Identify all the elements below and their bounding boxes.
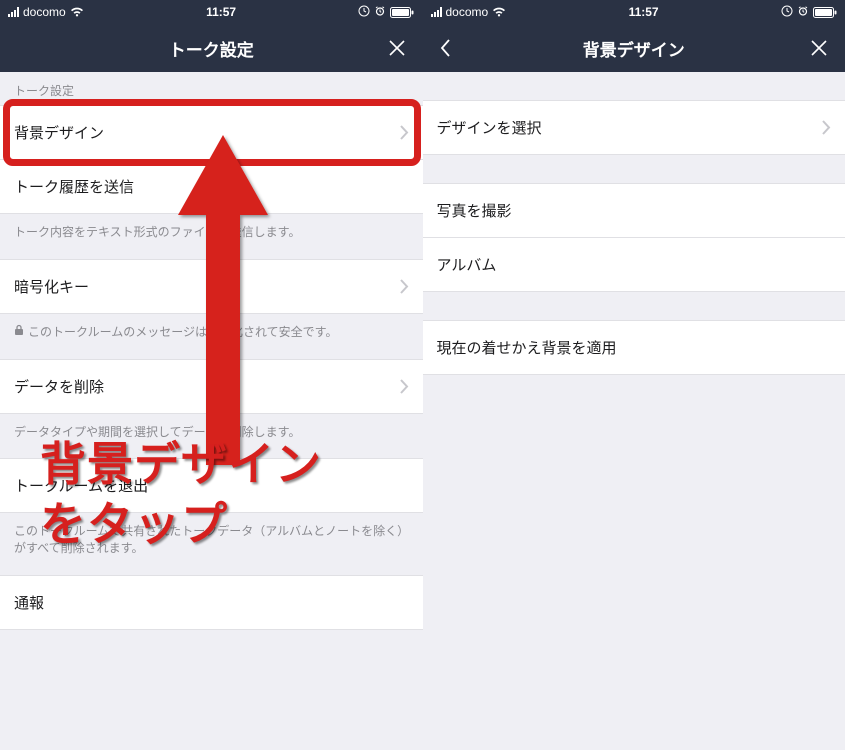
orientation-lock-icon: [358, 5, 370, 20]
item-label: 背景デザイン: [14, 122, 104, 143]
chevron-right-icon: [400, 279, 409, 294]
item-encryption-key[interactable]: 暗号化キー: [0, 259, 423, 314]
chevron-right-icon: [400, 379, 409, 394]
item-footer: このトークルームのメッセージは暗号化されて安全です。: [0, 314, 423, 359]
item-album[interactable]: アルバム: [423, 238, 845, 292]
chevron-right-icon: [400, 125, 409, 140]
item-label: アルバム: [437, 254, 497, 275]
item-background-design[interactable]: 背景デザイン: [0, 105, 423, 160]
item-label: 写真を撮影: [437, 200, 512, 221]
close-icon: [388, 39, 406, 57]
wifi-icon: [492, 7, 506, 17]
status-bar: docomo 11:57: [0, 0, 423, 24]
encryption-footer-text: このトークルームのメッセージは暗号化されて安全です。: [28, 324, 337, 341]
item-delete-data[interactable]: データを削除: [0, 359, 423, 414]
phone-right: docomo 11:57 背景デザイン デザインを選択: [423, 0, 845, 750]
item-label: 通報: [14, 592, 44, 613]
carrier-label: docomo: [23, 5, 66, 19]
item-label: 暗号化キー: [14, 276, 89, 297]
item-take-photo[interactable]: 写真を撮影: [423, 183, 845, 238]
item-label: データを削除: [14, 376, 104, 397]
orientation-lock-icon: [781, 5, 793, 20]
item-leave-room[interactable]: トークルームを退出: [0, 458, 423, 513]
item-send-history[interactable]: トーク履歴を送信: [0, 160, 423, 214]
close-icon: [810, 39, 828, 57]
status-time: 11:57: [629, 5, 659, 19]
nav-bar: トーク設定: [0, 24, 423, 72]
item-apply-theme[interactable]: 現在の着せかえ背景を適用: [423, 320, 845, 375]
close-button[interactable]: [385, 36, 409, 60]
status-time: 11:57: [206, 5, 236, 19]
item-label: トークルームを退出: [14, 475, 148, 496]
battery-icon: [390, 7, 414, 18]
item-report[interactable]: 通報: [0, 575, 423, 630]
item-footer: データタイプや期間を選択してデータを削除します。: [0, 414, 423, 459]
lock-icon: [14, 324, 24, 341]
item-footer: トーク内容をテキスト形式のファイルで送信します。: [0, 214, 423, 259]
nav-bar: 背景デザイン: [423, 24, 845, 72]
battery-icon: [813, 7, 837, 18]
chevron-right-icon: [822, 120, 831, 135]
page-title: トーク設定: [169, 36, 254, 61]
signal-icon: [8, 7, 19, 17]
item-footer: このトークルームで共有されたトークデータ（アルバムとノートを除く）がすべて削除さ…: [0, 513, 423, 575]
item-label: 現在の着せかえ背景を適用: [437, 337, 617, 358]
back-button[interactable]: [433, 36, 457, 60]
signal-icon: [431, 7, 442, 17]
item-select-design[interactable]: デザインを選択: [423, 100, 845, 155]
alarm-icon: [797, 5, 809, 20]
wifi-icon: [70, 7, 84, 17]
status-left: docomo: [8, 5, 84, 19]
chevron-left-icon: [439, 38, 451, 58]
item-label: トーク履歴を送信: [14, 176, 134, 197]
alarm-icon: [374, 5, 386, 20]
item-label: デザインを選択: [437, 117, 542, 138]
close-button[interactable]: [807, 36, 831, 60]
page-title: 背景デザイン: [583, 36, 685, 61]
section-header: トーク設定: [0, 72, 423, 105]
status-bar: docomo 11:57: [423, 0, 845, 24]
status-right: [358, 5, 414, 20]
status-right: [781, 5, 837, 20]
status-left: docomo: [431, 5, 507, 19]
phone-left: docomo 11:57 トーク設定 トーク設定 背景デザイン: [0, 0, 423, 750]
carrier-label: docomo: [446, 5, 489, 19]
